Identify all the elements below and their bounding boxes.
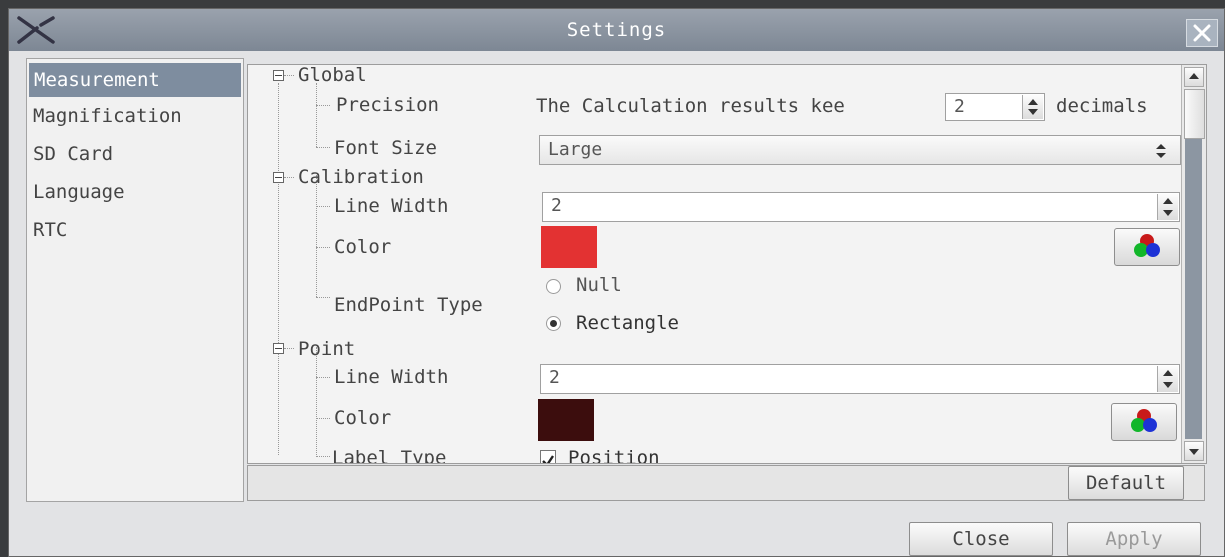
checkmark-icon [542, 455, 554, 463]
calibration-group-label: Calibration [298, 166, 424, 188]
point-color-picker-button[interactable] [1111, 403, 1177, 441]
sidebar-item-rtc[interactable]: RTC [27, 211, 243, 249]
tree-line [284, 177, 294, 178]
endpoint-rectangle-label: Rectangle [576, 312, 679, 334]
default-button[interactable]: Default [1068, 466, 1184, 500]
tree-line [316, 247, 330, 248]
tree-line [316, 175, 317, 297]
endpoint-rectangle-radio[interactable] [546, 316, 561, 331]
point-expander[interactable] [273, 343, 284, 354]
calibration-line-width-label: Line Width [334, 195, 449, 217]
precision-description: The Calculation results kee [536, 95, 845, 117]
tree-line [316, 418, 330, 419]
settings-window: Settings Measurement Magnification SD Ca… [8, 8, 1225, 557]
tree-line [316, 105, 330, 106]
point-color-swatch [538, 399, 594, 441]
settings-tree: Global Precision The Calculation results… [248, 65, 1181, 463]
scroll-up-icon[interactable] [1184, 67, 1204, 87]
title-bar: Settings [9, 9, 1224, 51]
calibration-color-picker-button[interactable] [1114, 228, 1180, 266]
calibration-color-swatch [541, 226, 597, 268]
calibration-line-width-spinbox[interactable]: 2 [542, 192, 1180, 222]
default-button-bar: Default [247, 465, 1205, 501]
settings-sidebar: Measurement Magnification SD Card Langua… [26, 58, 244, 502]
sidebar-item-language[interactable]: Language [27, 173, 243, 211]
apply-button[interactable]: Apply [1067, 522, 1201, 556]
point-line-width-label: Line Width [334, 366, 449, 388]
point-color-label: Color [334, 407, 392, 429]
tree-line [316, 377, 330, 378]
position-checkbox-label: Position [568, 447, 660, 464]
endpoint-type-label: EndPoint Type [334, 294, 483, 316]
tree-line [316, 347, 317, 457]
point-group-label: Point [298, 338, 356, 360]
precision-label: Precision [336, 94, 439, 116]
vertical-scrollbar[interactable] [1181, 65, 1206, 463]
scroll-thumb[interactable] [1184, 89, 1205, 139]
scroll-down-icon[interactable] [1184, 441, 1204, 461]
point-line-width-stepper-icon[interactable] [1157, 366, 1178, 392]
label-type-label: Label Type [332, 447, 447, 464]
tree-line [316, 147, 330, 148]
font-size-label: Font Size [334, 137, 437, 159]
close-button[interactable]: Close [909, 522, 1053, 556]
precision-value: 2 [954, 96, 965, 117]
scroll-track[interactable] [1185, 89, 1202, 439]
dropdown-arrows-icon [1156, 144, 1166, 158]
tree-line [284, 75, 294, 76]
tree-line [278, 83, 279, 455]
tree-line [284, 348, 294, 349]
sidebar-item-magnification[interactable]: Magnification [27, 97, 243, 135]
global-group-label: Global [298, 64, 367, 86]
precision-suffix: decimals [1056, 95, 1148, 117]
point-line-width-value: 2 [549, 367, 560, 388]
rgb-circles-icon [1131, 409, 1157, 432]
calibration-expander[interactable] [273, 172, 284, 183]
point-line-width-spinbox[interactable]: 2 [540, 364, 1180, 394]
tree-line [316, 206, 330, 207]
position-checkbox[interactable] [540, 450, 556, 463]
global-expander[interactable] [273, 70, 284, 81]
endpoint-null-radio[interactable] [546, 279, 561, 294]
precision-spinbox[interactable]: 2 [945, 93, 1045, 121]
font-size-dropdown[interactable]: Large [539, 135, 1181, 165]
precision-stepper-icon[interactable] [1022, 95, 1043, 119]
rgb-circles-icon [1134, 234, 1160, 257]
calibration-line-width-value: 2 [551, 195, 562, 216]
calibration-line-width-stepper-icon[interactable] [1157, 194, 1178, 220]
sidebar-item-sd-card[interactable]: SD Card [27, 135, 243, 173]
font-size-value: Large [548, 139, 603, 160]
window-title: Settings [566, 19, 667, 41]
settings-tree-panel: Global Precision The Calculation results… [247, 64, 1207, 464]
calibration-color-label: Color [334, 236, 392, 258]
tree-line [316, 456, 330, 457]
close-icon[interactable] [1186, 19, 1218, 47]
tree-line [316, 297, 330, 298]
sidebar-item-measurement[interactable]: Measurement [29, 63, 241, 97]
tree-line [316, 83, 317, 147]
endpoint-null-label: Null [576, 274, 622, 296]
